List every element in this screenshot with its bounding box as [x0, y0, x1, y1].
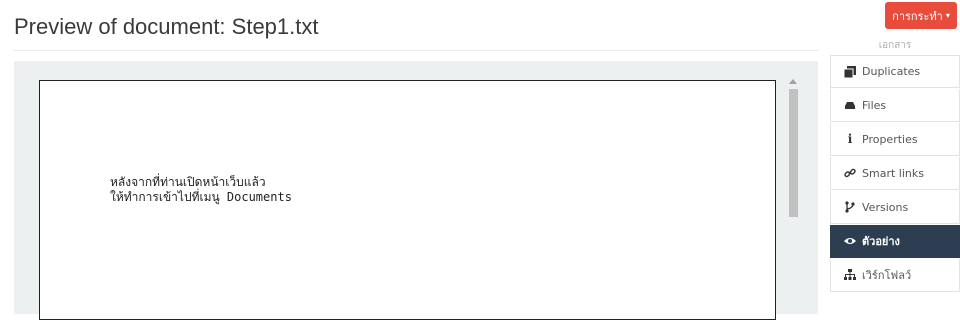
sidebar-item-duplicates[interactable]: Duplicates	[830, 55, 960, 88]
eye-icon	[844, 235, 856, 247]
sidebar-menu: Duplicates Files i Properties Smart link…	[830, 55, 960, 293]
scrollbar-thumb[interactable]	[789, 89, 798, 217]
chevron-down-icon: ▾	[945, 11, 950, 20]
sidebar-item-label: Files	[862, 98, 887, 112]
sidebar-item-smart-links[interactable]: Smart links	[830, 157, 960, 190]
preview-scrollbar[interactable]	[787, 77, 799, 314]
sidebar-item-label: ตัวอย่าง	[862, 235, 900, 248]
sidebar-item-preview[interactable]: ตัวอย่าง	[830, 225, 960, 258]
sidebar-item-properties[interactable]: i Properties	[830, 123, 960, 156]
actions-dropdown-button[interactable]: การกระทำ ▾	[885, 2, 957, 29]
sidebar-item-label: Properties	[862, 132, 918, 146]
document-preview-panel: หลังจากที่ท่านเปิดหน้าเว็บแล้ว ให้ทำการเ…	[14, 61, 818, 320]
sitemap-icon	[844, 269, 856, 281]
document-page: หลังจากที่ท่านเปิดหน้าเว็บแล้ว ให้ทำการเ…	[39, 80, 776, 320]
versions-icon	[844, 201, 856, 213]
sidebar-item-label: Duplicates	[862, 65, 921, 78]
title-divider	[14, 50, 818, 51]
page-title: Preview of document: Step1.txt	[14, 14, 319, 39]
sidebar-item-label: เวิร์กโฟลว์	[862, 269, 912, 282]
sidebar-item-files[interactable]: Files	[830, 89, 960, 122]
files-icon	[844, 99, 856, 111]
sidebar-item-workflows[interactable]: เวิร์กโฟลว์	[830, 259, 960, 292]
sidebar-item-label: Versions	[862, 200, 909, 214]
document-text-line: ให้ทำการเข้าไปที่เมนู Documents	[110, 190, 292, 204]
scroll-up-icon[interactable]	[789, 79, 797, 84]
duplicates-icon	[844, 65, 856, 78]
info-icon: i	[847, 132, 853, 146]
link-icon	[844, 167, 856, 179]
sidebar-item-versions[interactable]: Versions	[830, 191, 960, 224]
sidebar-header: เอกสาร	[878, 40, 912, 51]
sidebar-item-label: Smart links	[862, 166, 924, 180]
actions-button-label: การกระทำ	[892, 9, 943, 23]
